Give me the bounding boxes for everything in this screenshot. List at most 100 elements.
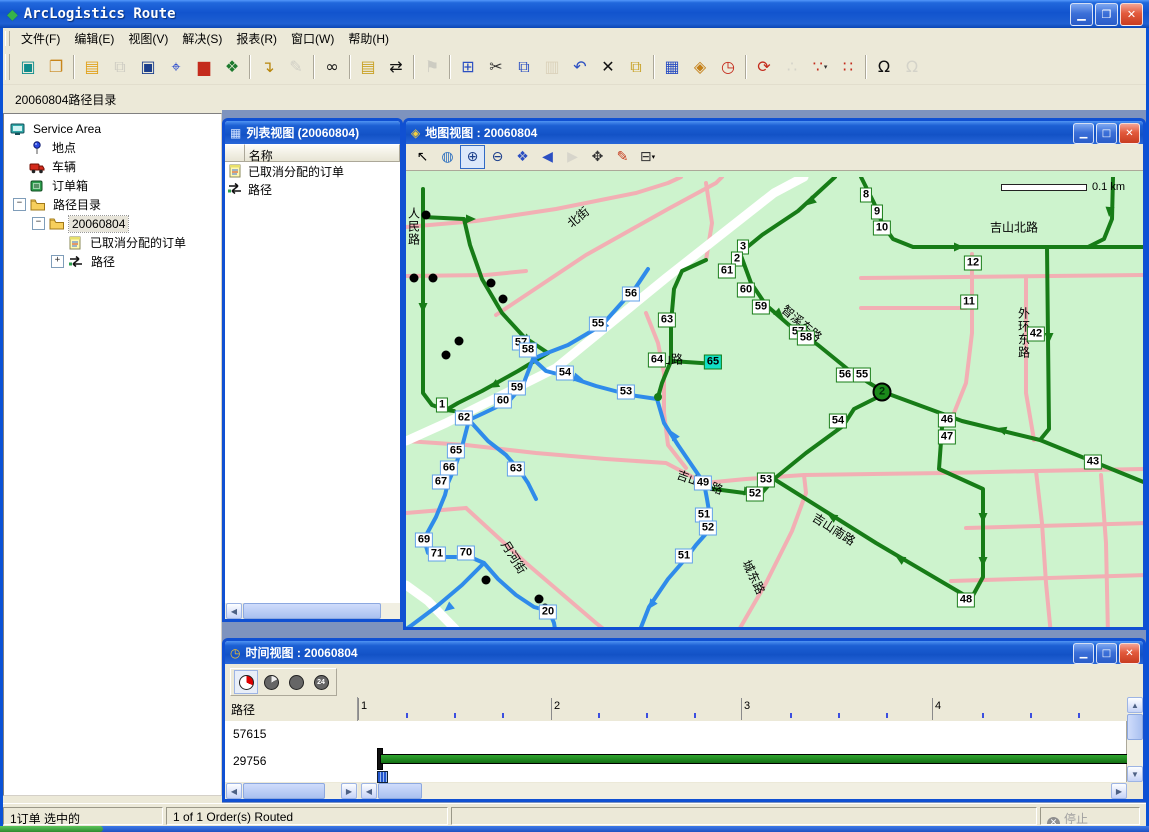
stop-marker[interactable]: 1 [436,398,448,413]
order-dot[interactable] [482,576,491,585]
stop-marker[interactable]: 65 [704,355,722,370]
menu-e[interactable]: 编辑(E) [67,29,121,49]
list-header-icon-column[interactable] [225,144,245,162]
stop-marker[interactable]: 69 [415,533,433,548]
zoom-out-tool[interactable]: ⊖ [485,145,510,169]
flag-button[interactable]: ⚑ [418,52,446,82]
route-vehicle-marker[interactable]: 2 [873,383,892,402]
pointer-tool[interactable]: ↖ [410,145,435,169]
time-left-scrollbar[interactable]: ◀ ▶ [225,783,358,799]
tree-item-已取消分配的订单[interactable]: 已取消分配的订单 [4,233,221,252]
route-name-label[interactable]: 57615 [233,727,266,741]
open-button[interactable]: ❐ [42,52,70,82]
tree-item-订单箱[interactable]: 订单箱 [4,176,221,195]
stop-marker[interactable]: 60 [737,283,755,298]
route-time-bar[interactable] [380,754,1128,764]
reassign-button[interactable]: ∷ [834,52,862,82]
order-dot[interactable] [442,351,451,360]
stop-marker[interactable]: 63 [658,313,676,328]
list-view-button[interactable]: ▤ [354,52,382,82]
stop-marker[interactable]: 12 [964,256,982,271]
time-window-24hr-button[interactable]: 24 [309,670,333,694]
stop-marker[interactable]: 47 [938,430,956,445]
previous-extent-tool[interactable]: ◀ [535,145,560,169]
zoom-in-tool[interactable]: ⊕ [460,145,485,169]
stop-marker[interactable]: 9 [871,205,883,220]
stop-marker[interactable]: 46 [938,413,956,428]
menu-r[interactable]: 报表(R) [229,29,284,49]
time-close-button[interactable]: ✕ [1119,643,1140,664]
tree-item-路径目录[interactable]: −路径目录 [4,195,221,214]
tree-item-service-area[interactable]: Service Area [4,119,221,138]
stop-marker[interactable]: 63 [507,462,525,477]
map-view-button[interactable]: ◈ [686,52,714,82]
stop-marker[interactable]: 59 [752,300,770,315]
list-item-已取消分配的订单[interactable]: 已取消分配的订单 [225,162,400,180]
stop-marker[interactable]: 55 [853,368,871,383]
menu-v[interactable]: 视图(V) [121,29,175,49]
build-routes-button[interactable]: ⟳ [750,52,778,82]
start-button[interactable] [0,826,103,832]
order-dot[interactable] [455,337,464,346]
stop-marker[interactable]: 20 [539,605,557,620]
save-button[interactable]: ▣ [134,52,162,82]
copy-structure-button[interactable]: ⧉ [106,52,134,82]
menu-w[interactable]: 窗口(W) [284,29,341,49]
tree-item-路径[interactable]: +路径 [4,252,221,271]
stop-marker[interactable]: 60 [494,394,512,409]
stop-marker[interactable]: 56 [836,368,854,383]
stop-marker[interactable]: 54 [829,414,847,429]
list-header-name-column[interactable]: 名称 [245,144,400,162]
stop-marker[interactable]: 70 [457,546,475,561]
time-routes-column-header[interactable]: 路径 [225,697,358,721]
stop-marker[interactable]: 55 [589,317,607,332]
order-dot[interactable] [535,595,544,604]
menu-f[interactable]: 文件(F) [14,29,67,49]
paste-button[interactable]: ▥ [538,52,566,82]
expand-icon[interactable]: + [51,255,64,268]
stop-marker[interactable]: 52 [699,521,717,536]
route-name-label[interactable]: 29756 [233,754,266,768]
order-dot[interactable] [410,274,419,283]
map-minimize-button[interactable]: ▁ [1073,123,1094,144]
new-button[interactable]: ▣ [14,52,42,82]
properties-button[interactable]: ⊞ [454,52,482,82]
map-view-titlebar[interactable]: ◈ 地图视图 : 20060804 ▁ □ ✕ [406,121,1143,144]
time-timeline-scrollbar[interactable]: ◀ ▶ [361,783,1127,799]
stop-marker[interactable]: 56 [622,287,640,302]
stop-marker[interactable]: 43 [1084,455,1102,470]
stop-marker[interactable]: 48 [957,593,975,608]
list-view-titlebar[interactable]: ▦ 列表视图 (20060804) [225,121,400,144]
unlock-button[interactable]: Ω [898,52,926,82]
minimize-button[interactable]: ▁ [1070,3,1093,26]
collapse-icon[interactable]: − [32,217,45,230]
tree-item-车辆[interactable]: 车辆 [4,157,221,176]
time-window-quarter-button[interactable] [259,670,283,694]
route-network-button[interactable]: ∴ [778,52,806,82]
stop-marker[interactable]: 54 [556,366,574,381]
menu-h[interactable]: 帮助(H) [341,29,396,49]
next-extent-tool[interactable]: ▶ [560,145,585,169]
time-vertical-scrollbar[interactable]: ▲ ▼ [1127,697,1143,782]
stop-marker[interactable]: 62 [455,411,473,426]
stop-marker[interactable]: 58 [519,343,537,358]
stop-marker[interactable]: 52 [746,487,764,502]
order-box-button[interactable]: ❖ [218,52,246,82]
time-maximize-button[interactable]: □ [1096,643,1117,664]
edit-import-button[interactable]: ✎ [282,52,310,82]
close-button[interactable]: ✕ [1120,3,1143,26]
lock-button[interactable]: Ω [870,52,898,82]
new-folder-button[interactable]: ▤ [78,52,106,82]
undo-button[interactable]: ↶ [566,52,594,82]
stop-marker[interactable]: 10 [873,221,891,236]
pan-tool[interactable]: ✥ [585,145,610,169]
import-orders-button[interactable]: ↴ [254,52,282,82]
stop-marker[interactable]: 64 [648,353,666,368]
stop-marker[interactable]: 42 [1027,327,1045,342]
tree-item-20060804[interactable]: −20060804 [4,214,221,233]
stop-marker[interactable]: 66 [440,461,458,476]
list-horizontal-scrollbar[interactable]: ◀ [225,603,400,619]
stop-marker[interactable]: 53 [757,473,775,488]
order-dot[interactable] [487,279,496,288]
globe-tool[interactable]: ◍ [435,145,460,169]
